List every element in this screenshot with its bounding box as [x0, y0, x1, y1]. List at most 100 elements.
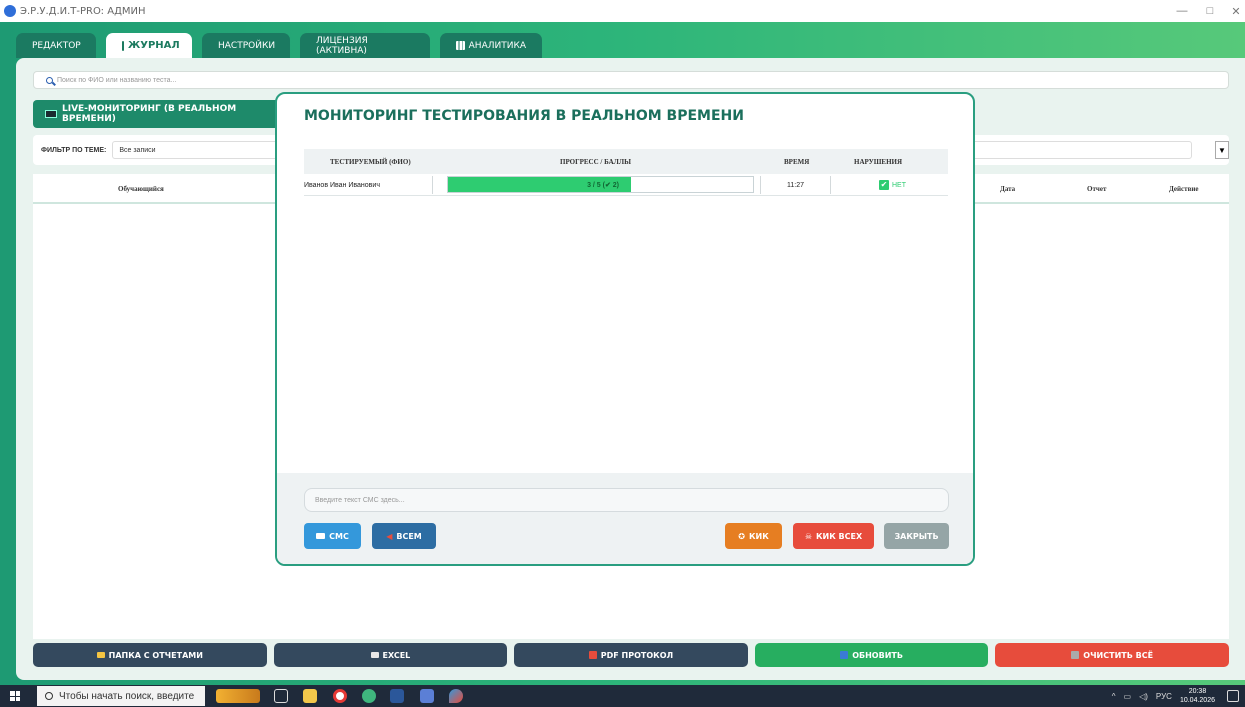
map-pin-icon[interactable] [449, 689, 463, 703]
monitoring-table-header: ТЕСТИРУЕМЫЙ (ФИО) ПРОГРЕСС / БАЛЛЫ ВРЕМЯ… [304, 149, 948, 174]
column-violations: НАРУШЕНИЯ [854, 158, 903, 166]
spreadsheet-icon [370, 652, 379, 658]
filter-label: ФИЛЬТР ПО ТЕМЕ: [41, 146, 107, 154]
close-window-button[interactable]: ✕ [1222, 0, 1245, 22]
trash-icon [1071, 651, 1080, 659]
progress-text: 3 / 5 (✔ 2) [587, 181, 619, 189]
close-dialog-button[interactable]: ЗАКРЫТЬ [884, 523, 949, 549]
network-icon[interactable]: ▭ [1124, 692, 1132, 701]
live-banner-label: LIVE-МОНИТОРИНГ (В РЕАЛЬНОМ ВРЕМЕНИ) [61, 104, 237, 124]
monitoring-table: ТЕСТИРУЕМЫЙ (ФИО) ПРОГРЕСС / БАЛЛЫ ВРЕМЯ… [304, 149, 948, 196]
tab-journal[interactable]: ЖУРНАЛ [106, 33, 192, 58]
button-label: ПАПКА С ОТЧЕТАМИ [108, 650, 203, 660]
fox-banner-icon [216, 689, 260, 703]
sms-placeholder: Введите текст СМС здесь... [315, 496, 405, 504]
pdf-icon [588, 651, 597, 659]
column-action[interactable]: Действие [1169, 185, 1199, 193]
dialog-title: МОНИТОРИНГ ТЕСТИРОВАНИЯ В РЕАЛЬНОМ ВРЕМЕ… [304, 108, 744, 124]
tab-settings[interactable]: НАСТРОЙКИ [202, 33, 290, 58]
file-explorer-icon[interactable] [303, 689, 317, 703]
column-date[interactable]: Дата [1000, 185, 1015, 193]
button-label: PDF ПРОТОКОЛ [600, 650, 674, 660]
running-app-icon[interactable] [420, 689, 434, 703]
elapsed-time: 11:27 [787, 181, 804, 189]
minimize-button[interactable]: — [1168, 0, 1196, 22]
window-title: Э.Р.У.Д.И.Т-PRO: АДМИН [20, 5, 146, 17]
sms-input[interactable]: Введите текст СМС здесь... [304, 488, 949, 512]
button-label: СМС [329, 531, 349, 541]
system-tray: ^ ▭ ◁) РУС 20:38 10.04.2026 [1112, 685, 1215, 707]
clear-all-button[interactable]: ОЧИСТИТЬ ВСЁ [995, 643, 1229, 667]
monitoring-dialog: МОНИТОРИНГ ТЕСТИРОВАНИЯ В РЕАЛЬНОМ ВРЕМЕ… [275, 92, 975, 566]
tab-label: ЛИЦЕНЗИЯ (АКТИВНА) [316, 35, 368, 56]
column-divider [830, 176, 831, 194]
task-view-icon[interactable] [274, 689, 288, 703]
language-indicator[interactable]: РУС [1156, 692, 1172, 701]
tab-analytics[interactable]: АНАЛИТИКА [440, 33, 542, 58]
bottom-toolbar: ПАПКА С ОТЧЕТАМИ EXCEL PDF ПРОТОКОЛ ОБНО… [33, 643, 1229, 667]
progress-bar: 3 / 5 (✔ 2) [447, 176, 754, 193]
yandex-browser-icon[interactable] [333, 689, 347, 703]
journal-icon [122, 40, 124, 51]
excel-export-button[interactable]: EXCEL [273, 643, 508, 667]
send-all-button[interactable]: ◀ ВСЕМ [372, 523, 436, 549]
dialog-footer: Введите текст СМС здесь... СМС ◀ ВСЕМ ✪ КИ… [277, 473, 973, 564]
column-divider [760, 176, 761, 194]
megaphone-icon: ◀ [386, 531, 393, 541]
windows-start-icon[interactable] [10, 691, 20, 701]
open-reports-folder-button[interactable]: ПАПКА С ОТЧЕТАМИ [33, 643, 267, 667]
search-icon [46, 76, 53, 84]
kick-icon: ✪ [738, 531, 745, 541]
window-titlebar: Э.Р.У.Д.И.Т-PRO: АДМИН — □ ✕ [0, 0, 1245, 22]
search-icon [45, 692, 53, 700]
button-label: ОЧИСТИТЬ ВСЁ [1083, 650, 1154, 660]
chevron-down-icon[interactable]: ▼ [1215, 141, 1229, 159]
button-label: КИК ВСЕХ [816, 531, 863, 541]
search-placeholder: Поиск по ФИО или названию теста... [57, 76, 177, 84]
refresh-icon [840, 651, 849, 659]
bar-chart-icon [456, 41, 465, 50]
word-icon[interactable] [390, 689, 404, 703]
tab-editor[interactable]: РЕДАКТОР [16, 33, 96, 58]
chevron-up-icon[interactable]: ^ [1112, 692, 1116, 701]
search-input[interactable]: Поиск по ФИО или названию теста... [33, 71, 1229, 89]
column-divider [432, 176, 433, 194]
taskbar-search[interactable]: Чтобы начать поиск, введите [37, 686, 205, 706]
button-label: EXCEL [382, 650, 411, 660]
message-icon [316, 533, 326, 539]
clock[interactable]: 20:38 10.04.2026 [1180, 687, 1215, 705]
monitor-icon [45, 110, 57, 118]
windows-taskbar: Чтобы начать поиск, введите ^ ▭ ◁) РУС 2… [0, 685, 1245, 707]
button-label: КИК [748, 531, 769, 541]
send-sms-button[interactable]: СМС [304, 523, 361, 549]
tab-license[interactable]: ЛИЦЕНЗИЯ (АКТИВНА) [300, 33, 430, 58]
tab-bar: РЕДАКТОР ЖУРНАЛ НАСТРОЙКИ ЛИЦЕНЗИЯ (АКТИ… [16, 33, 542, 58]
volume-icon[interactable]: ◁) [1139, 692, 1148, 701]
column-report[interactable]: Отчет [1087, 185, 1106, 193]
notifications-icon[interactable] [1227, 690, 1239, 702]
button-label: ВСЕМ [396, 531, 422, 541]
checkmark-icon: ✔ [879, 180, 889, 190]
student-name: Иванов Иван Иванович [304, 181, 380, 189]
column-student[interactable]: Обучающийся [118, 185, 164, 193]
maximize-button[interactable]: □ [1196, 0, 1224, 22]
pdf-protocol-button[interactable]: PDF ПРОТОКОЛ [514, 643, 748, 667]
column-name: ТЕСТИРУЕМЫЙ (ФИО) [330, 158, 411, 166]
tab-label: НАСТРОЙКИ [218, 40, 276, 51]
column-time: ВРЕМЯ [784, 158, 810, 166]
refresh-button[interactable]: ОБНОВИТЬ [754, 643, 989, 667]
folder-icon [96, 652, 105, 658]
column-progress: ПРОГРЕСС / БАЛЛЫ [560, 158, 631, 166]
app-icon[interactable] [362, 689, 376, 703]
table-row[interactable]: Иванов Иван Иванович 3 / 5 (✔ 2) 11:27 ✔… [304, 174, 948, 196]
skull-icon: ☠ [804, 531, 812, 541]
app-icon [4, 5, 16, 17]
violations-status: ✔ НЕТ [879, 174, 906, 196]
clock-time: 20:38 [1188, 688, 1207, 695]
tab-label: АНАЛИТИКА [468, 40, 526, 51]
kick-button[interactable]: ✪ КИК [725, 523, 782, 549]
live-monitoring-button[interactable]: LIVE-МОНИТОРИНГ (В РЕАЛЬНОМ ВРЕМЕНИ) [33, 100, 293, 128]
kick-all-button[interactable]: ☠ КИК ВСЕХ [793, 523, 874, 549]
tab-label: ЖУРНАЛ [128, 40, 180, 51]
button-label: ОБНОВИТЬ [852, 650, 903, 660]
